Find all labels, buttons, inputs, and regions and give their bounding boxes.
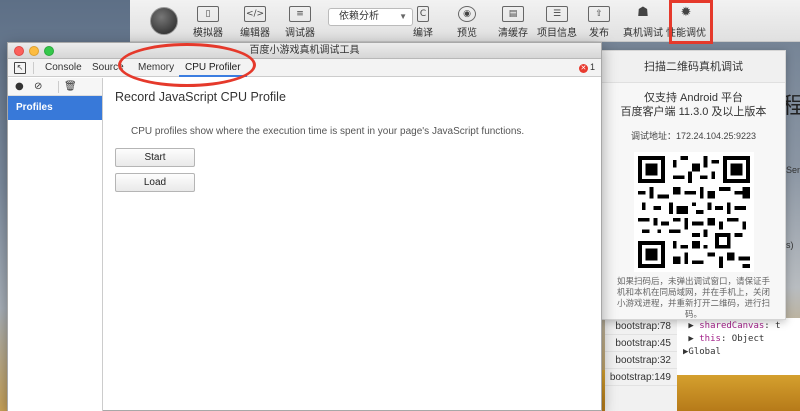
profiles-toolbar: ● ⊘ 🗑 <box>8 78 102 96</box>
list-item[interactable]: bootstrap:32 <box>605 352 677 369</box>
background-text-fragment: s) <box>786 240 794 250</box>
android-icon: ☗ <box>637 5 649 20</box>
code-icon: </> <box>244 6 266 22</box>
divider <box>58 81 59 93</box>
cpu-profiler-panel: Record JavaScript CPU Profile CPU profil… <box>104 78 601 411</box>
call-stack-list: bootstrap:78 bootstrap:45 bootstrap:32 b… <box>605 318 677 411</box>
trash-icon[interactable]: 🗑 <box>64 81 77 93</box>
compile-button[interactable]: C 编译 <box>413 6 433 39</box>
briefcase-icon: ▤ <box>502 6 524 22</box>
list-item[interactable]: bootstrap:149 <box>605 369 677 386</box>
clear-cache-button[interactable]: ▤ 清缓存 <box>498 6 528 39</box>
close-window-button[interactable] <box>14 46 24 56</box>
publish-button[interactable]: ⇧ 发布 <box>588 6 610 39</box>
minimize-window-button[interactable] <box>29 46 39 56</box>
project-info-button[interactable]: ☰ 项目信息 <box>537 6 577 39</box>
sidebar-item-profiles[interactable]: Profiles <box>8 96 102 120</box>
scope-row[interactable]: ▶ this: Object <box>683 333 794 346</box>
load-button[interactable]: Load <box>115 173 195 192</box>
devtools-window: 百度小游戏真机调试工具 ↖ Console Sources Memory CPU… <box>7 42 602 411</box>
window-title: 百度小游戏真机调试工具 <box>249 45 360 56</box>
highlight-oval <box>118 43 256 87</box>
sliders-icon: ≡ <box>289 6 311 22</box>
devtools-tabbar: ↖ Console Sources Memory CPU Profiler ✕1 <box>8 59 601 77</box>
qr-code[interactable] <box>633 152 754 272</box>
error-icon: ✕ <box>578 64 588 73</box>
mode-select[interactable]: 依赖分析 ▼ <box>328 8 413 26</box>
simulator-button[interactable]: ▯ 模拟器 <box>193 6 223 39</box>
debugger-button[interactable]: ≡ 调试器 <box>285 6 315 39</box>
upload-icon: ⇧ <box>588 6 610 22</box>
qr-code-icon <box>637 156 750 268</box>
error-count-badge[interactable]: ✕ 1 <box>578 62 595 73</box>
panel-description: CPU profiles show where the execution ti… <box>131 126 525 137</box>
background-text-fragment: Sens <box>786 165 800 175</box>
tab-console[interactable]: Console <box>45 59 82 77</box>
profiles-sidebar: ● ⊘ 🗑 Profiles <box>8 78 103 411</box>
window-titlebar[interactable]: 百度小游戏真机调试工具 <box>8 43 601 59</box>
eye-icon: ◉ <box>458 6 476 22</box>
maximize-window-button[interactable] <box>44 46 54 56</box>
list-item[interactable]: bootstrap:45 <box>605 335 677 352</box>
start-button[interactable]: Start <box>115 148 195 167</box>
scope-row[interactable]: ▶ sharedCanvas: t <box>683 320 794 333</box>
inspect-element-icon[interactable]: ↖ <box>14 62 26 74</box>
help-note: 如果扫码后，未弹出调试窗口，请保证手机和本机在同局域网，并在手机上，关闭小游戏进… <box>616 276 770 319</box>
debug-address: 调试地址：172.24.104.25:9223 <box>630 131 757 141</box>
chevron-down-icon: ▼ <box>399 12 407 21</box>
record-icon[interactable]: ● <box>15 81 24 93</box>
popover-title: 扫描二维码真机调试 <box>602 51 785 83</box>
phone-icon: ▯ <box>197 6 219 22</box>
panel-title: Record JavaScript CPU Profile <box>115 90 286 104</box>
editor-button[interactable]: </> 编辑器 <box>240 6 270 39</box>
remote-debug-button[interactable]: ☗ 真机调试 <box>623 5 663 40</box>
list-item[interactable]: bootstrap:78 <box>605 318 677 335</box>
highlight-box <box>669 0 713 44</box>
support-text: 仅支持 Android 平台 <box>643 92 744 104</box>
avatar[interactable] <box>150 7 178 35</box>
scope-row[interactable]: ▶Global <box>683 346 794 359</box>
remote-debug-popover: 扫描二维码真机调试 仅支持 Android 平台 百度客户端 11.3.0 及以… <box>601 50 786 320</box>
divider <box>33 62 34 74</box>
preview-button[interactable]: ◉ 预览 <box>457 6 477 39</box>
support-text: 百度客户端 11.3.0 及以上版本 <box>620 106 767 118</box>
compile-icon: C <box>417 6 429 22</box>
list-icon: ☰ <box>546 6 568 22</box>
clear-icon[interactable]: ⊘ <box>34 81 42 93</box>
scope-pane: ▶ sharedCanvas: t ▶ this: Object ▶Global <box>677 318 800 375</box>
